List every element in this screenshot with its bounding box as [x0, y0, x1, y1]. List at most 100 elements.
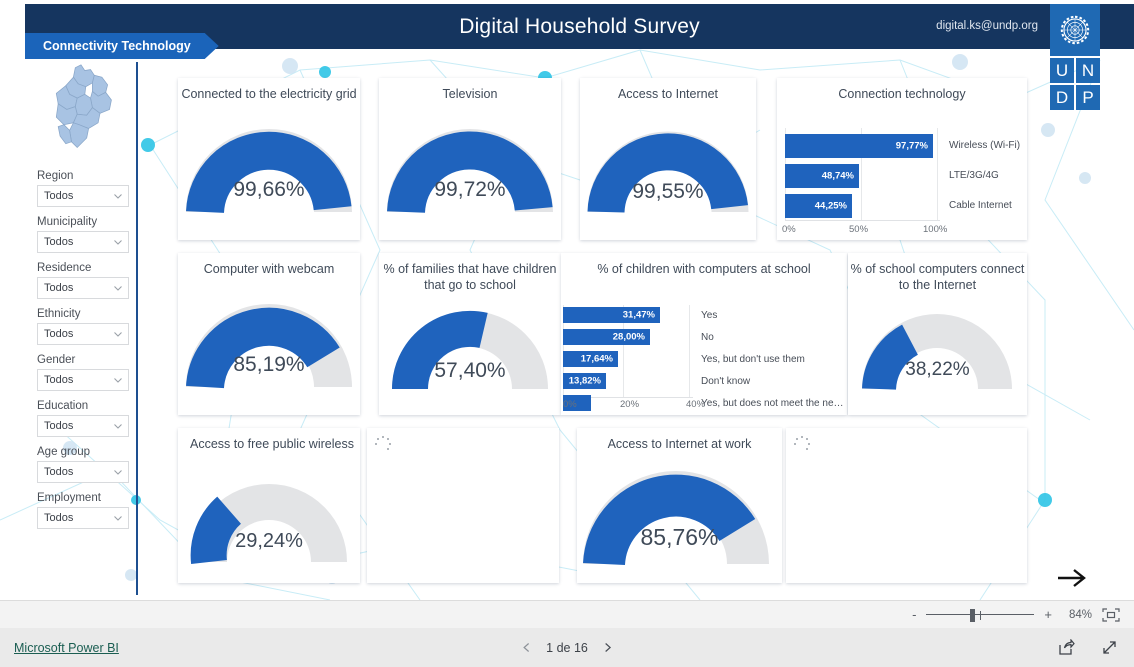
filter-value: Todos: [44, 236, 74, 248]
filter-select-age-group[interactable]: Todos: [37, 461, 129, 483]
zoom-out-button[interactable]: -: [912, 607, 916, 622]
filter-select-region[interactable]: Todos: [37, 185, 129, 207]
bar-row[interactable]: 17,64%: [563, 351, 618, 367]
card-connection-technology[interactable]: Connection technology 97,77% Wireless (W…: [777, 78, 1027, 240]
gauge-value: 99,55%: [632, 180, 704, 203]
chevron-left-icon[interactable]: [521, 642, 532, 653]
card-title: Access to Internet at work: [607, 437, 752, 451]
undp-letter-d: D: [1050, 85, 1074, 110]
share-icon[interactable]: [1058, 639, 1075, 656]
filter-value: Todos: [44, 420, 74, 432]
filter-residence: Residence Todos: [37, 262, 129, 299]
chevron-down-icon: [114, 516, 122, 521]
undp-letter-n: N: [1076, 58, 1100, 83]
card-title: Computer with webcam: [203, 262, 335, 276]
undp-letters: U N D P: [1050, 58, 1100, 110]
bar-category-label: LTE/3G/4G: [949, 170, 999, 181]
fullscreen-icon[interactable]: [1101, 639, 1118, 656]
page-tab-connectivity-technology[interactable]: Connectivity Technology: [25, 33, 219, 59]
bar-row[interactable]: 28,00%: [563, 329, 650, 345]
card-title: Connected to the electricity grid: [181, 87, 357, 101]
microsoft-power-bi-link[interactable]: Microsoft Power BI: [14, 641, 119, 655]
filter-education: Education Todos: [37, 400, 129, 437]
filter-label: Education: [37, 400, 89, 412]
zoom-in-button[interactable]: +: [1044, 607, 1052, 622]
gauge-arc: [186, 304, 352, 389]
filter-age-group: Age group Todos: [37, 446, 129, 483]
filter-select-municipality[interactable]: Todos: [37, 231, 129, 253]
filter-municipality: Municipality Todos: [37, 216, 129, 253]
card-title: Access to free public wireless: [190, 437, 354, 451]
filter-ethnicity: Ethnicity Todos: [37, 308, 129, 345]
undp-logo: U N D P: [1050, 4, 1100, 110]
gauge-arc: [583, 471, 769, 566]
bar-category-label: Cable Internet: [949, 200, 1012, 211]
card-title: Access to Internet: [617, 87, 719, 101]
bar-category-label: Wireless (Wi-Fi): [949, 140, 1021, 151]
chevron-right-icon[interactable]: [602, 642, 613, 653]
bar-row[interactable]: 31,47%: [563, 307, 660, 323]
gauge-value: 85,76%: [640, 524, 719, 550]
filter-select-ethnicity[interactable]: Todos: [37, 323, 129, 345]
card-computer-with-webcam[interactable]: Computer with webcam 85,19%: [178, 253, 360, 415]
card-title: % of children with computers at school: [597, 262, 811, 276]
card-free-public-wireless[interactable]: Access to free public wireless 29,24%: [178, 428, 360, 583]
filter-employment: Employment Todos: [37, 492, 129, 529]
card-access-to-internet[interactable]: Access to Internet 99,55%: [580, 78, 756, 240]
bar-data-label: 28,00%: [612, 331, 645, 343]
fit-to-page-icon[interactable]: [1102, 607, 1120, 622]
bar-fill: 13,82%: [563, 373, 606, 389]
card-loading-right[interactable]: [786, 428, 1027, 583]
filter-select-education[interactable]: Todos: [37, 415, 129, 437]
filter-label: Region: [37, 170, 74, 182]
card-electricity-grid[interactable]: Connected to the electricity grid 99,66%: [178, 78, 360, 240]
filter-value: Todos: [44, 374, 74, 386]
bar-row[interactable]: 48,74%: [785, 164, 859, 188]
zoom-statusbar: - + 84%: [0, 600, 1134, 628]
zoom-slider[interactable]: [926, 608, 1035, 622]
page-navigator: 1 de 16: [521, 641, 613, 655]
axis-tick-label: 50%: [849, 224, 869, 235]
card-school-computers-internet[interactable]: % of school computers connect to the Int…: [848, 253, 1027, 415]
card-title: % of families that have children that go…: [383, 262, 557, 292]
bar-fill: 17,64%: [563, 351, 618, 367]
card-television[interactable]: Television 99,72%: [379, 78, 561, 240]
gauge-arc: [862, 314, 1012, 391]
card-title: % of school computers connect to the Int…: [850, 262, 1025, 292]
chevron-down-icon: [114, 470, 122, 475]
zoom-slider-thumb[interactable]: [970, 608, 976, 622]
chevron-down-icon: [114, 286, 122, 291]
axis-line: [785, 220, 940, 221]
filter-select-residence[interactable]: Todos: [37, 277, 129, 299]
gauge-value: 29,24%: [235, 530, 303, 552]
chevron-down-icon: [114, 240, 122, 245]
chevron-down-icon: [114, 378, 122, 383]
card-loading-left[interactable]: [367, 428, 559, 583]
gauge-television: 99,72%: [379, 102, 561, 222]
report-footer: Microsoft Power BI 1 de 16: [0, 628, 1134, 667]
page-tab-label: Connectivity Technology: [43, 39, 191, 53]
card-title: Connection technology: [838, 87, 966, 101]
gauge-school-computers-internet: 38,22%: [848, 293, 1027, 397]
card-internet-at-work[interactable]: Access to Internet at work 85,76%: [577, 428, 782, 583]
axis-tick-label: 20%: [620, 399, 640, 410]
zoom-slider-tick: [980, 610, 982, 620]
bar-row[interactable]: 13,82%: [563, 373, 606, 389]
filter-select-employment[interactable]: Todos: [37, 507, 129, 529]
card-children-computers-school[interactable]: % of children with computers at school 3…: [561, 253, 847, 415]
report-canvas: Digital Household Survey digital.ks@undp…: [0, 0, 1134, 600]
card-families-children-school[interactable]: % of families that have children that go…: [379, 253, 561, 415]
filter-select-gender[interactable]: Todos: [37, 369, 129, 391]
bar-category-label: Yes, but don't use them: [701, 354, 805, 365]
arrow-right-icon[interactable]: [1055, 565, 1089, 591]
gauge-value: 99,72%: [434, 178, 506, 201]
filter-value: Todos: [44, 512, 74, 524]
bar-fill: 28,00%: [563, 329, 650, 345]
gauge-value: 99,66%: [233, 178, 305, 201]
gauge-value: 57,40%: [434, 359, 506, 382]
bar-row[interactable]: 44,25%: [785, 194, 852, 218]
chevron-down-icon: [114, 424, 122, 429]
bar-row[interactable]: 97,77%: [785, 134, 933, 158]
gauge-free-public-wireless: 29,24%: [178, 452, 360, 572]
filter-value: Todos: [44, 328, 74, 340]
